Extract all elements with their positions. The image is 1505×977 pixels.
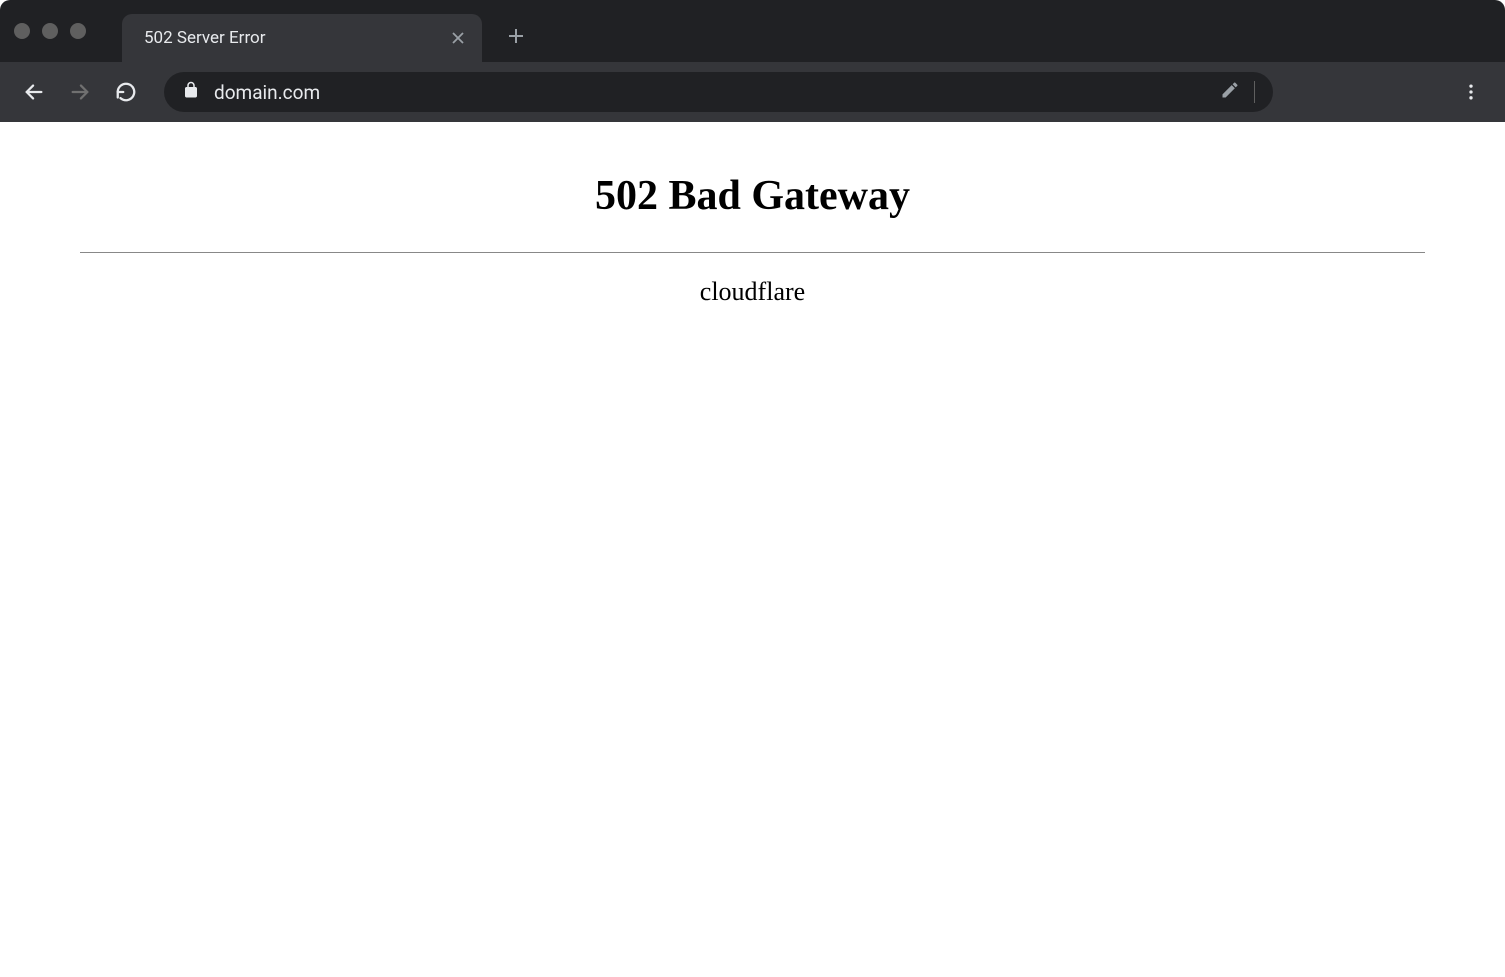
- horizontal-rule: [80, 252, 1425, 253]
- tab-bar: 502 Server Error: [0, 0, 1505, 62]
- reload-button[interactable]: [108, 74, 144, 110]
- window-controls: [14, 23, 86, 39]
- forward-button[interactable]: [62, 74, 98, 110]
- back-button[interactable]: [16, 74, 52, 110]
- browser-tab[interactable]: 502 Server Error: [122, 14, 482, 62]
- address-bar-actions: [1220, 80, 1255, 105]
- edit-icon[interactable]: [1220, 80, 1240, 105]
- address-bar[interactable]: domain.com: [164, 72, 1273, 112]
- window-maximize-button[interactable]: [70, 23, 86, 39]
- new-tab-button[interactable]: [500, 20, 532, 52]
- tab-title: 502 Server Error: [144, 28, 430, 48]
- error-heading: 502 Bad Gateway: [80, 172, 1425, 220]
- window-minimize-button[interactable]: [42, 23, 58, 39]
- lock-icon: [182, 81, 200, 104]
- window-close-button[interactable]: [14, 23, 30, 39]
- separator: [1254, 81, 1255, 103]
- page-content: 502 Bad Gateway cloudflare: [0, 122, 1505, 347]
- server-name: cloudflare: [80, 277, 1425, 307]
- url-text: domain.com: [214, 81, 1206, 104]
- close-icon[interactable]: [448, 28, 468, 48]
- browser-toolbar: domain.com: [0, 62, 1505, 122]
- menu-button[interactable]: [1453, 74, 1489, 110]
- browser-chrome: 502 Server Error: [0, 0, 1505, 122]
